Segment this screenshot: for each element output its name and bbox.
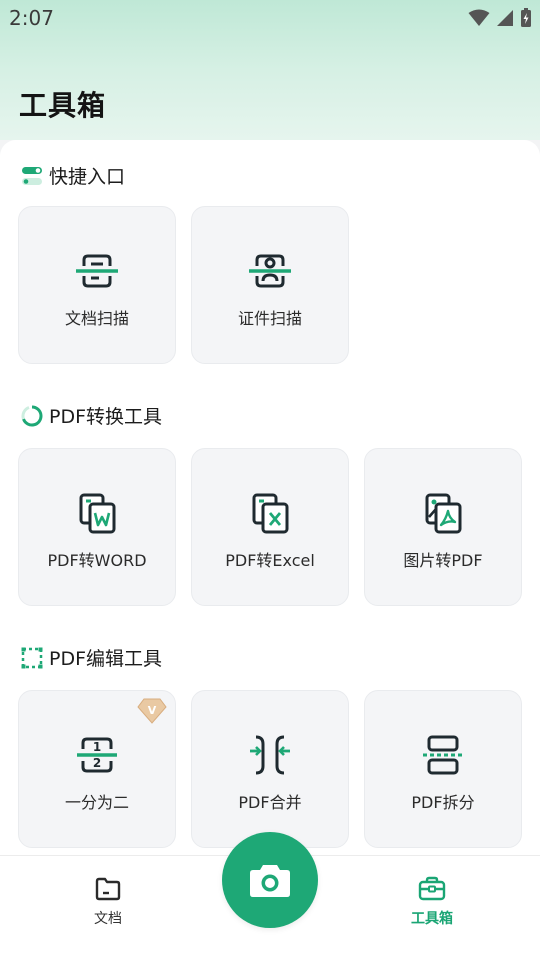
status-bar: 2:07 xyxy=(0,0,540,36)
split-in-two-icon: 1 2 xyxy=(77,737,117,773)
tool-card-split-in-two[interactable]: V 1 2 一分为二 xyxy=(18,690,176,848)
tool-label: PDF转Excel xyxy=(225,551,315,570)
nav-label: 文档 xyxy=(94,911,122,927)
nav-item-documents[interactable]: 文档 xyxy=(58,876,158,928)
tool-label: 证件扫描 xyxy=(237,309,302,328)
section-title: PDF编辑工具 xyxy=(49,648,163,670)
nav-label: 工具箱 xyxy=(411,911,453,927)
vip-diamond-icon: V xyxy=(137,698,167,724)
refresh-ring-icon xyxy=(21,405,43,426)
tool-label: 图片转PDF xyxy=(403,551,483,570)
tool-label: 文档扫描 xyxy=(64,309,129,328)
image-to-pdf-icon xyxy=(425,493,462,534)
battery-icon xyxy=(521,8,531,27)
status-icons xyxy=(468,6,532,30)
toggle-icon xyxy=(22,166,42,185)
tool-label: PDF转WORD xyxy=(47,551,147,570)
tool-label: PDF合并 xyxy=(238,793,302,812)
status-time: 2:07 xyxy=(9,6,54,30)
split-number-2: 2 xyxy=(93,756,101,770)
nav-item-toolbox[interactable]: 工具箱 xyxy=(382,876,482,928)
document-scan-icon xyxy=(76,254,118,288)
tool-card-pdf-to-excel[interactable]: PDF转Excel xyxy=(191,448,349,606)
id-scan-icon xyxy=(249,254,291,288)
section-quick-access: 快捷入口 xyxy=(21,162,125,189)
tool-card-id-scan[interactable]: 证件扫描 xyxy=(191,206,349,364)
tool-label: 一分为二 xyxy=(64,793,129,812)
tool-card-image-to-pdf[interactable]: 图片转PDF xyxy=(364,448,522,606)
toolbox-icon xyxy=(418,876,446,901)
split-number-1: 1 xyxy=(93,740,101,754)
section-pdf-edit: PDF编辑工具 xyxy=(21,644,162,671)
split-icon xyxy=(423,735,463,775)
vip-badge-letter: V xyxy=(148,704,157,717)
merge-icon xyxy=(250,735,290,775)
page-title: 工具箱 xyxy=(19,89,107,122)
tool-label: PDF拆分 xyxy=(411,793,475,812)
tools-content: 快捷入口 文档扫描 证件扫描 PDF转换工具 PDF转WORD PDF转Exce… xyxy=(0,140,540,855)
dashed-frame-icon xyxy=(21,647,43,668)
tool-card-document-scan[interactable]: 文档扫描 xyxy=(18,206,176,364)
tool-card-pdf-to-word[interactable]: PDF转WORD xyxy=(18,448,176,606)
section-pdf-convert: PDF转换工具 xyxy=(21,402,162,429)
wifi-icon xyxy=(468,9,490,26)
section-title: PDF转换工具 xyxy=(49,406,163,428)
camera-button[interactable] xyxy=(222,832,318,928)
tool-card-pdf-merge[interactable]: PDF合并 xyxy=(191,690,349,848)
pdf-to-word-icon xyxy=(79,493,116,534)
pdf-to-excel-icon xyxy=(252,493,289,534)
section-title: 快捷入口 xyxy=(49,166,126,188)
folder-icon xyxy=(95,877,121,901)
tool-card-pdf-split[interactable]: PDF拆分 xyxy=(364,690,522,848)
camera-icon xyxy=(250,865,290,897)
signal-icon xyxy=(497,10,513,26)
